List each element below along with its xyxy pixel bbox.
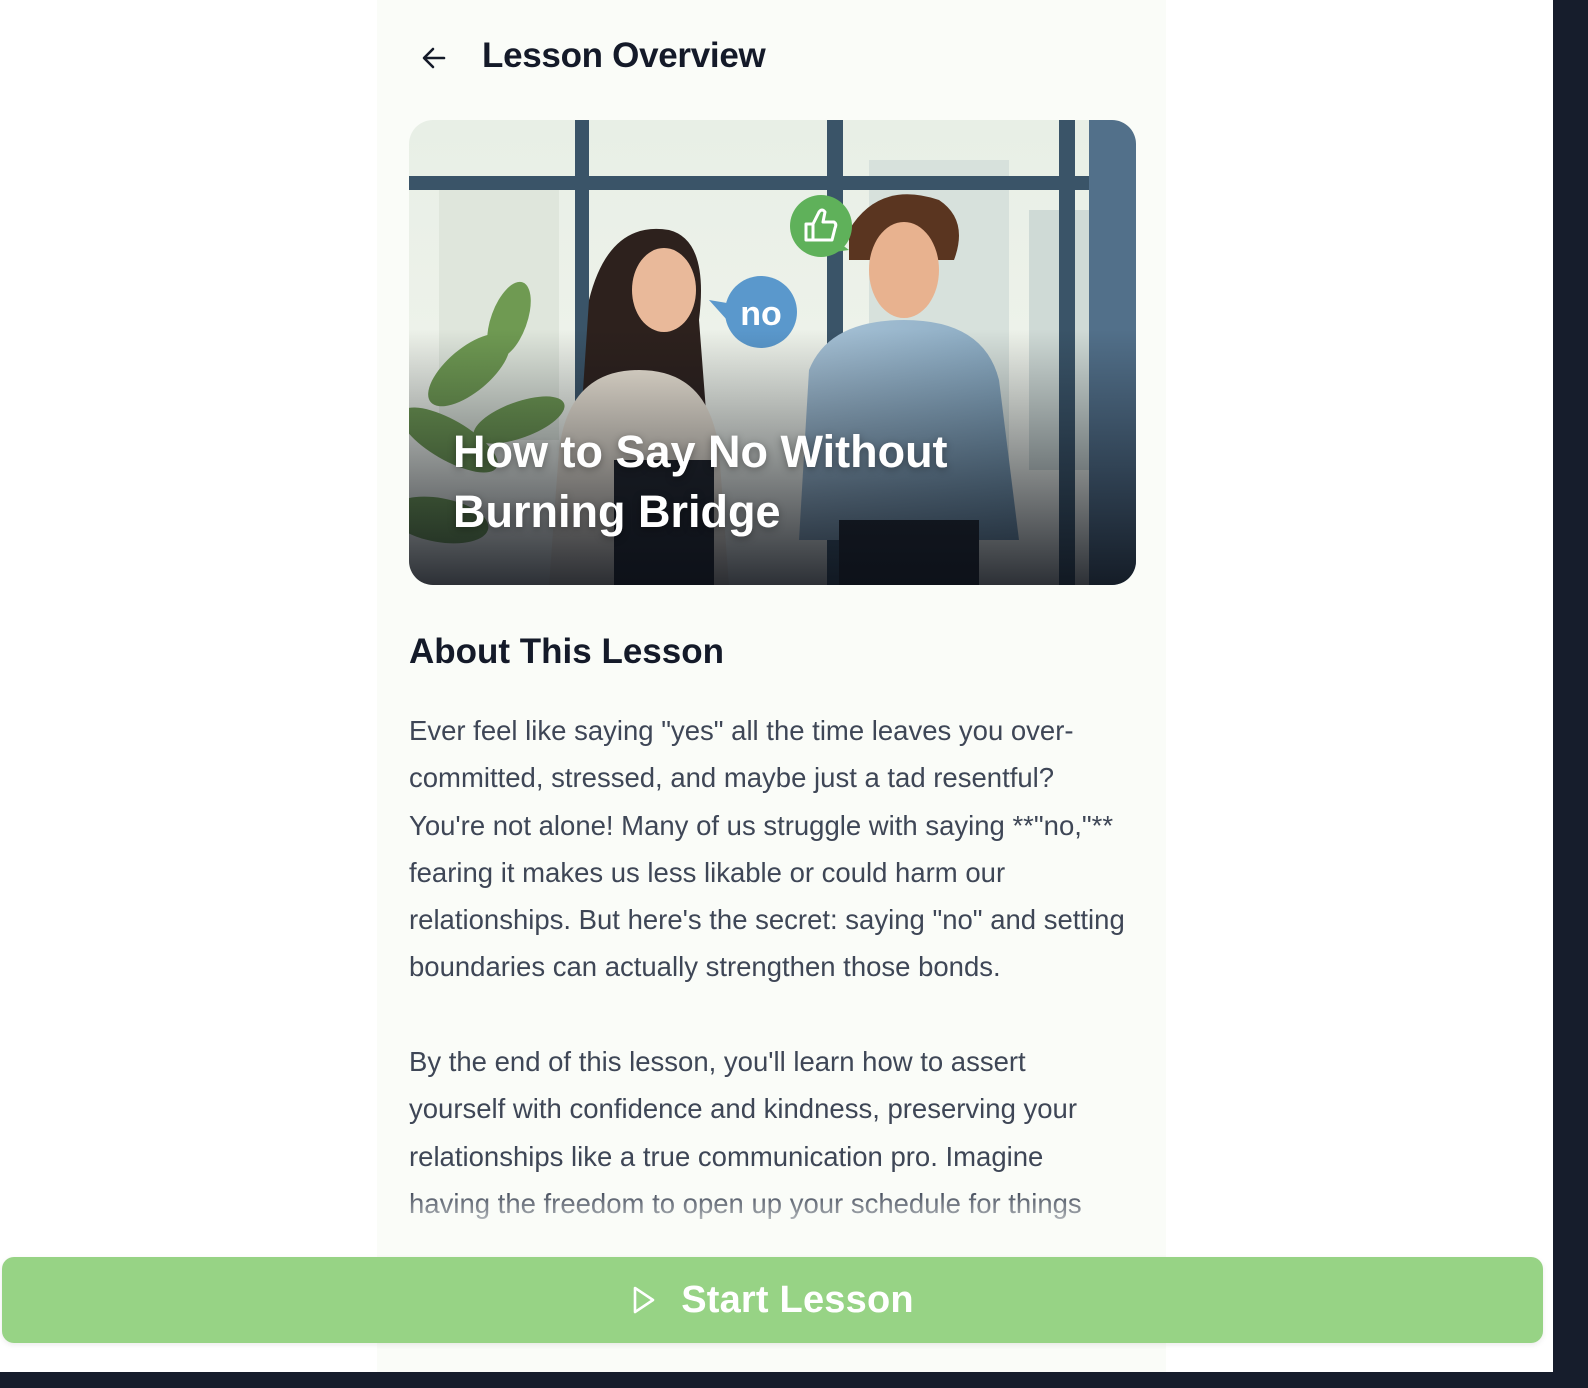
page-title: Lesson Overview (482, 36, 766, 75)
back-button[interactable] (414, 38, 454, 78)
play-icon (633, 1286, 655, 1314)
about-heading: About This Lesson (409, 632, 724, 671)
lesson-hero-image: no How to Say No Without Burning Bridge (409, 120, 1136, 585)
window-frame-bottom (0, 1372, 1588, 1388)
about-paragraph-1: Ever feel like saying "yes" all the time… (409, 715, 1125, 983)
content-fade (377, 1190, 1166, 1240)
arrow-left-icon (422, 47, 446, 69)
window-frame-right (1553, 0, 1588, 1388)
app-viewport: Lesson Overview How to Say No Without Bu… (0, 0, 1553, 1372)
lesson-title: How to Say No Without Burning Bridge (453, 426, 948, 537)
start-lesson-label: Start Lesson (681, 1278, 914, 1321)
start-lesson-button[interactable]: Start Lesson (2, 1257, 1543, 1343)
